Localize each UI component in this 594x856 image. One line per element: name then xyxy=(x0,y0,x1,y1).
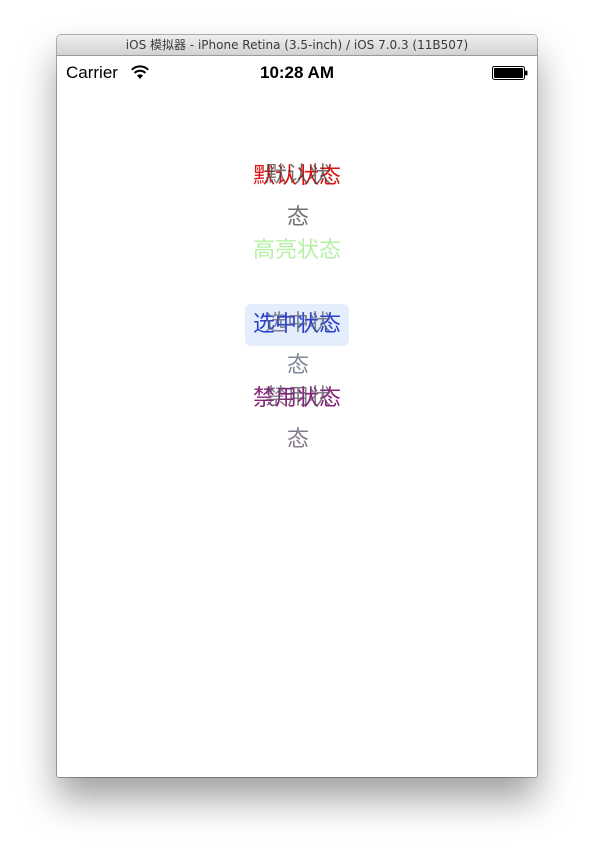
selected-state-label: 选中状态 选中状态 xyxy=(253,304,341,378)
iphone-screen: Carrier 10:28 AM 默认状态 默认状态 高亮状态 选中状态 选中状… xyxy=(57,56,537,777)
window-titlebar[interactable]: iOS 模拟器 - iPhone Retina (3.5-inch) / iOS… xyxy=(57,35,537,56)
highlighted-state-button[interactable]: 高亮状态 xyxy=(245,230,349,272)
default-state-button[interactable]: 默认状态 默认状态 xyxy=(245,156,349,230)
disabled-state-label: 禁用状态 禁用状态 xyxy=(253,378,341,452)
window-title: iOS 模拟器 - iPhone Retina (3.5-inch) / iOS… xyxy=(125,38,469,52)
highlighted-state-label: 高亮状态 xyxy=(253,230,341,272)
highlighted-state-text: 高亮状态 xyxy=(252,238,341,263)
disabled-state-button[interactable]: 禁用状态 禁用状态 xyxy=(245,378,349,452)
status-time: 10:28 AM xyxy=(259,63,334,82)
selected-state-button[interactable]: 选中状态 选中状态 xyxy=(245,304,349,378)
battery-icon xyxy=(492,66,528,80)
status-bar: Carrier 10:28 AM xyxy=(57,56,537,90)
default-state-label: 默认状态 默认状态 xyxy=(253,156,341,230)
page: iOS 模拟器 - iPhone Retina (3.5-inch) / iOS… xyxy=(0,0,594,856)
disabled-state-shadow-text: 禁用状态 xyxy=(264,385,331,452)
simulator-window: iOS 模拟器 - iPhone Retina (3.5-inch) / iOS… xyxy=(57,35,537,777)
default-state-shadow-text: 默认状态 xyxy=(264,163,331,230)
selected-state-shadow-text: 选中状态 xyxy=(264,311,331,378)
